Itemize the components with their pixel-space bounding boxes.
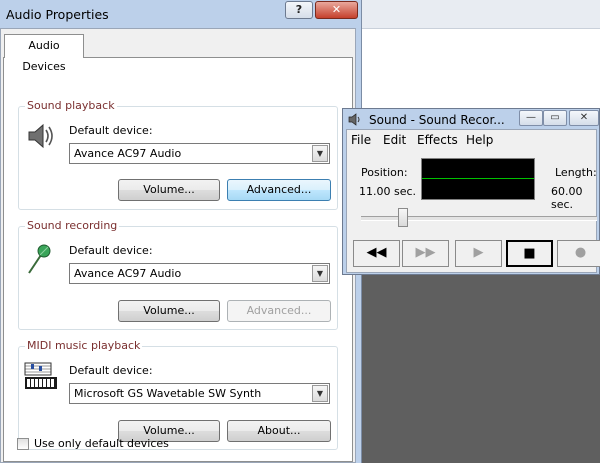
playback-device-value: Avance AC97 Audio	[74, 147, 182, 160]
sound-recorder-close-button[interactable]: ✕	[569, 110, 599, 126]
position-slider-thumb[interactable]	[398, 208, 408, 227]
length-value: 60.00 sec.	[551, 185, 583, 211]
default-device-label: Default device:	[69, 244, 153, 257]
tab-audio-devices[interactable]: Audio Devices	[4, 34, 84, 73]
chevron-down-icon[interactable]: ▼	[312, 265, 328, 282]
group-sound-playback: Sound playback Default device: Avance AC…	[18, 99, 338, 210]
fast-forward-button[interactable]: ▶▶	[402, 240, 449, 267]
sound-recorder-client: File Edit Effects Help Position: 11.00 s…	[346, 129, 600, 273]
menu-edit[interactable]: Edit	[383, 133, 406, 147]
waveform-line	[422, 178, 534, 179]
microphone-icon	[28, 244, 51, 274]
chevron-down-icon[interactable]: ▼	[312, 385, 328, 402]
minimize-button[interactable]: —	[519, 110, 543, 126]
waveform-display	[421, 158, 535, 200]
dialog-client-area: Sound playback Default device: Avance AC…	[0, 28, 356, 463]
midi-keyboard-icon	[24, 362, 57, 389]
playback-device-select[interactable]: Avance AC97 Audio ▼	[69, 143, 330, 164]
recording-device-select[interactable]: Avance AC97 Audio ▼	[69, 263, 330, 284]
chevron-down-icon[interactable]: ▼	[312, 145, 328, 162]
group-label: Sound recording	[25, 219, 120, 232]
sound-recorder-title: Sound - Sound Recor...	[369, 113, 505, 127]
tab-panel-audio-devices: Sound playback Default device: Avance AC…	[3, 57, 353, 462]
use-only-default-checkbox[interactable]	[17, 438, 29, 450]
recording-advanced-button[interactable]: Advanced...	[227, 300, 331, 322]
position-label: Position:	[361, 166, 408, 179]
menu-help[interactable]: Help	[466, 133, 493, 147]
audio-properties-titlebar[interactable]: Audio Properties ? ✕	[0, 0, 362, 28]
position-slider-track[interactable]	[361, 216, 597, 221]
help-button[interactable]: ?	[285, 1, 313, 19]
recording-volume-button[interactable]: Volume...	[118, 300, 220, 322]
playback-advanced-button[interactable]: Advanced...	[227, 179, 331, 201]
menu-effects[interactable]: Effects	[417, 133, 458, 147]
recording-device-value: Avance AC97 Audio	[74, 267, 182, 280]
group-midi-playback: MIDI music playback Default device: Micr…	[18, 339, 338, 450]
close-button[interactable]: ✕	[315, 1, 358, 19]
sound-recorder-window: Sound - Sound Recor... — ▭ ✕ File Edit E…	[342, 108, 600, 275]
desktop-background	[362, 275, 600, 463]
use-only-default-label: Use only default devices	[34, 437, 169, 450]
group-label: Sound playback	[25, 99, 117, 112]
position-value: 11.00 sec.	[359, 185, 417, 198]
midi-device-select[interactable]: Microsoft GS Wavetable SW Synth ▼	[69, 383, 330, 404]
play-button[interactable]: ▶	[455, 240, 502, 267]
record-button[interactable]: ●	[557, 240, 600, 267]
speaker-icon	[28, 123, 53, 149]
rewind-button[interactable]: ◀◀	[353, 240, 400, 267]
group-sound-recording: Sound recording Default device: Avance A…	[18, 219, 338, 330]
background-window	[362, 0, 600, 108]
playback-volume-button[interactable]: Volume...	[118, 179, 220, 201]
stop-button[interactable]: ■	[506, 240, 553, 267]
menu-file[interactable]: File	[351, 133, 371, 147]
group-label: MIDI music playback	[25, 339, 143, 352]
midi-device-value: Microsoft GS Wavetable SW Synth	[74, 387, 262, 400]
midi-about-button[interactable]: About...	[227, 420, 331, 442]
speaker-app-icon	[348, 113, 360, 126]
length-label: Length:	[555, 166, 597, 179]
maximize-button[interactable]: ▭	[543, 110, 567, 126]
default-device-label: Default device:	[69, 364, 153, 377]
default-device-label: Default device:	[69, 124, 153, 137]
audio-properties-window: Audio Properties ? ✕ Sound playback Defa…	[0, 0, 362, 463]
window-title: Audio Properties	[6, 7, 109, 22]
background-window-titlebar	[362, 0, 600, 29]
